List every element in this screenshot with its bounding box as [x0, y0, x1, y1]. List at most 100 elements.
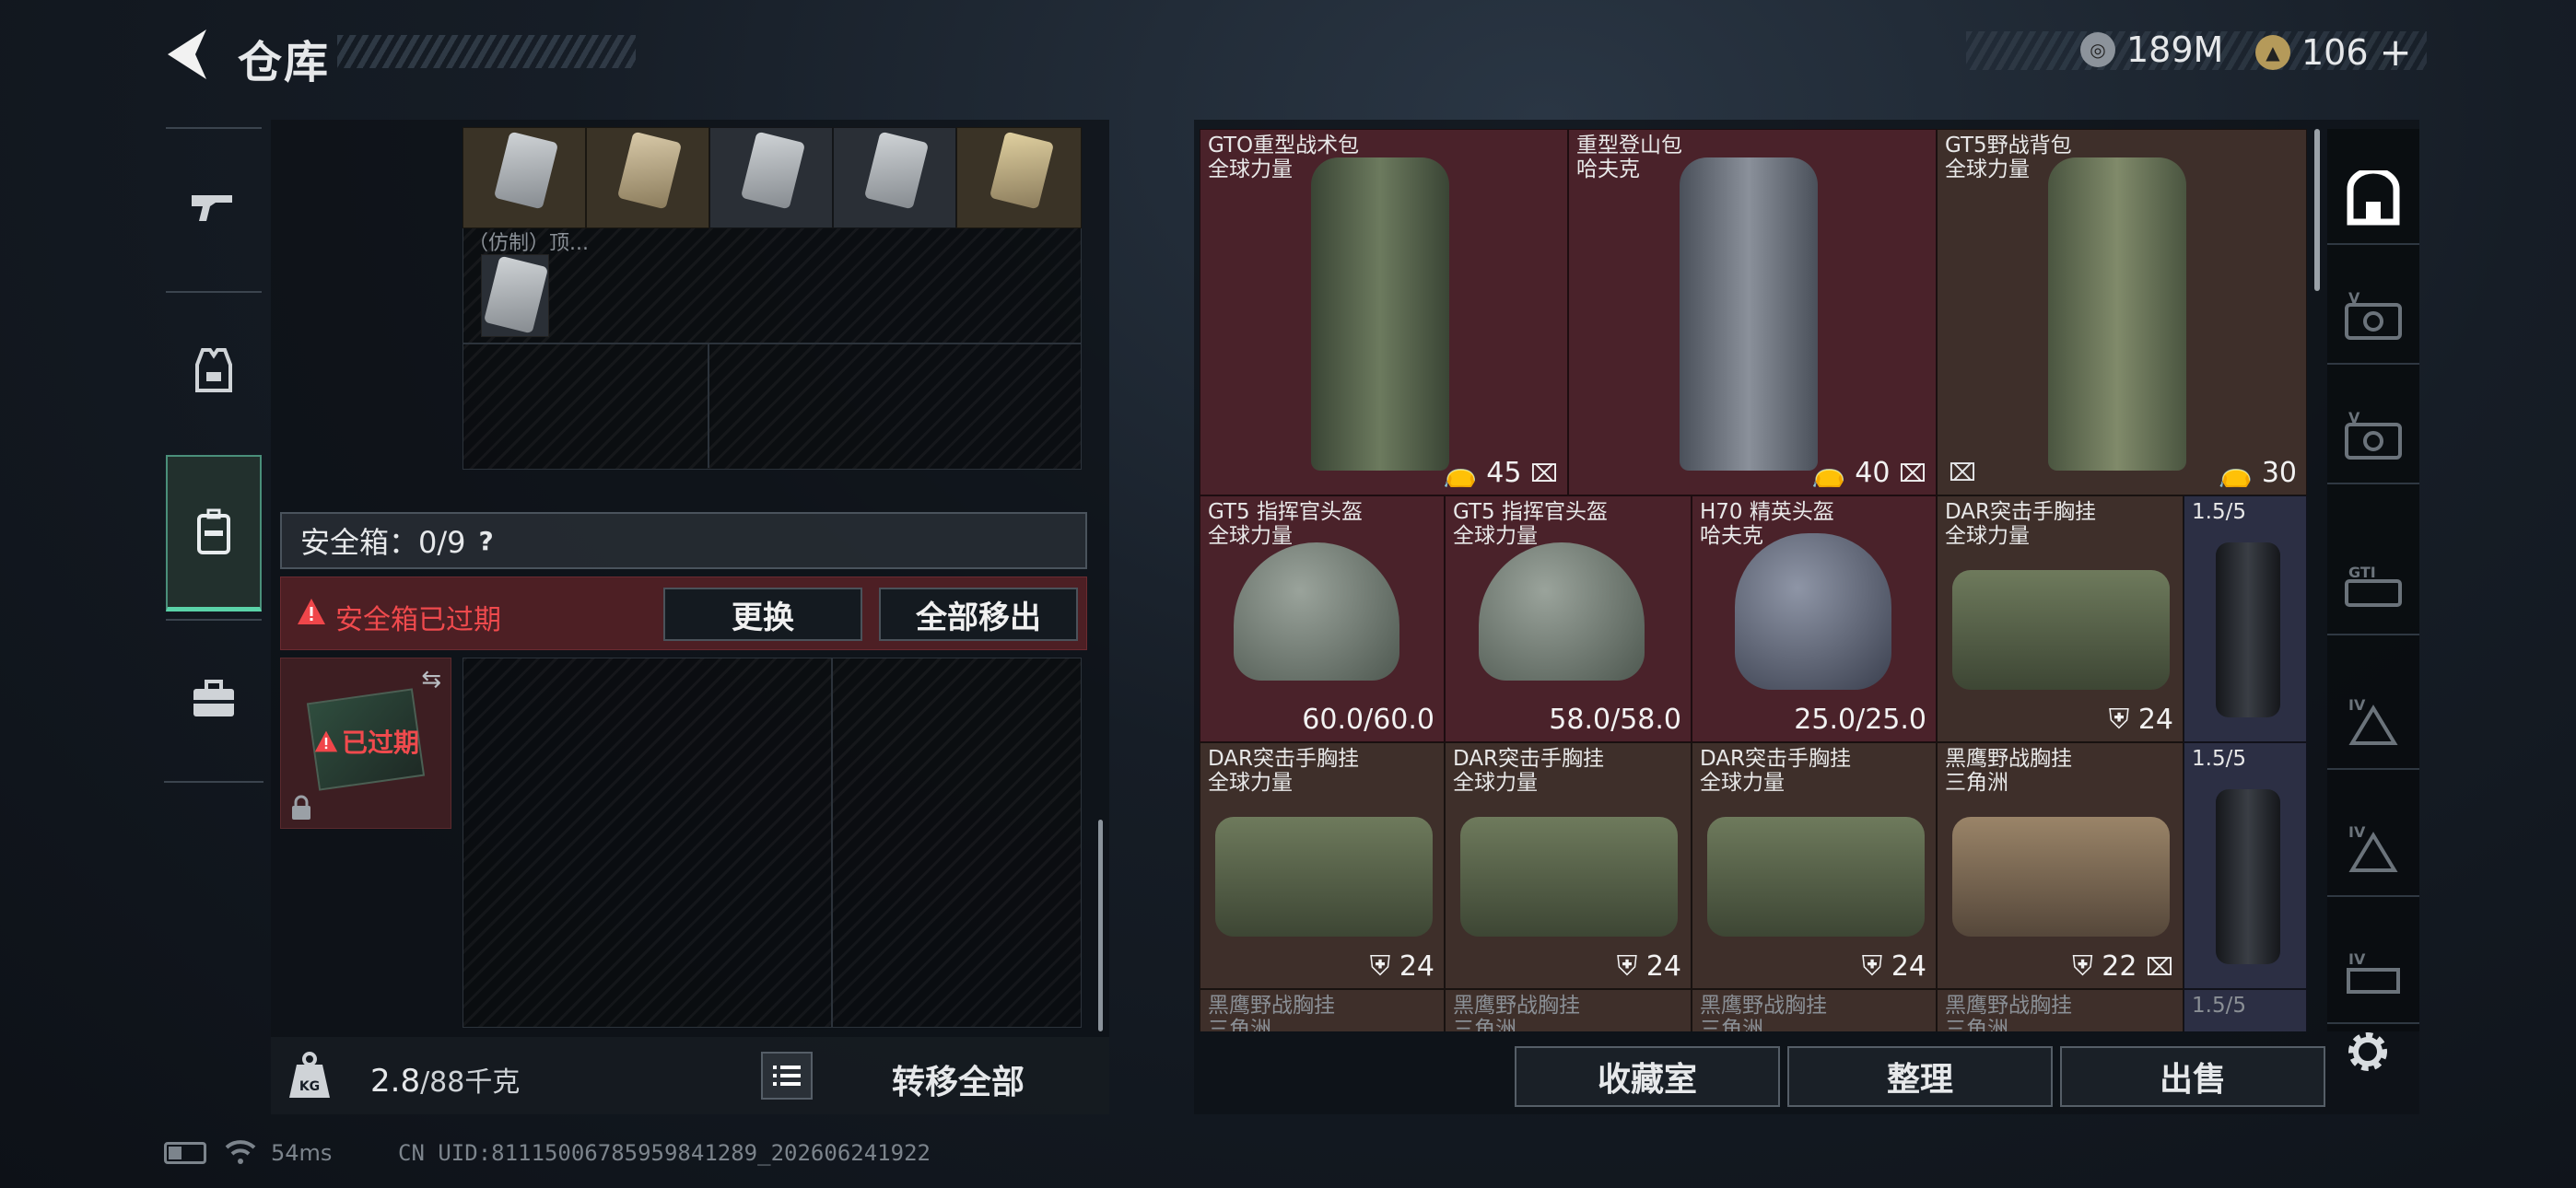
swap-icon[interactable]: ⇆ [421, 666, 441, 693]
stash-item[interactable]: 黑鹰野战胸挂 三角洲 [1445, 989, 1692, 1031]
card-item[interactable] [493, 131, 559, 210]
kg-icon: KG [287, 1052, 332, 1100]
vest-icon [195, 348, 232, 392]
weight-readout: 2.8/88千克 [370, 1059, 520, 1100]
stash-item[interactable]: GTO重型战术包 全球力量 👝 45 ⌧ [1200, 129, 1568, 495]
expired-warning-text: 安全箱已过期 [335, 604, 501, 636]
card-item[interactable] [740, 131, 806, 210]
stash-item[interactable]: DAR突击手胸挂 全球力量 ⛨ 24 [1200, 742, 1445, 989]
backpack-icon [197, 508, 230, 554]
tab-gear[interactable] [166, 291, 262, 448]
stash-item[interactable]: GT5野战背包 全球力量 👝 30 ⌧ [1937, 129, 2307, 495]
ping-readout: 54ms [271, 1140, 333, 1166]
add-currency-icon[interactable]: + [2380, 29, 2412, 75]
backpack-item-image [1311, 157, 1449, 471]
organize-button[interactable]: 整理 [1787, 1046, 2053, 1107]
stash-item[interactable]: 1.5/5 [2184, 742, 2307, 989]
help-icon[interactable]: ? [479, 526, 494, 556]
back-button[interactable] [162, 26, 212, 83]
stash-item[interactable]: 1.5/5 [2184, 495, 2307, 742]
safebox-slot[interactable]: ⇆ 已过期 [280, 658, 451, 829]
tier-iv-icon: IV [2347, 950, 2400, 994]
move-all-out-button[interactable]: 全部移出 [879, 588, 1078, 641]
left-scrollbar[interactable] [1098, 820, 1103, 1031]
stash-item[interactable]: DAR突击手胸挂 全球力量 ⛨ 24 [1445, 742, 1692, 989]
filter-iv-2[interactable]: IV [2327, 805, 2419, 897]
tab-case[interactable] [166, 619, 262, 775]
chest-rig-item-image [1952, 570, 2170, 690]
svg-text:IV: IV [2348, 696, 2366, 714]
stash-item[interactable]: DAR突击手胸挂 全球力量 ⛨ 24 [1692, 742, 1937, 989]
filter-v-2[interactable]: V [2327, 392, 2419, 484]
upper-grid-items [463, 129, 1082, 221]
armor-tier-v-icon: V [2345, 290, 2402, 340]
gold-currency[interactable]: ▲ 106 + [2255, 29, 2412, 75]
card-item[interactable] [616, 131, 683, 210]
silver-amount: 189M [2126, 29, 2224, 70]
filter-gti[interactable]: GTI [2327, 543, 2419, 635]
card-item[interactable] [989, 131, 1055, 210]
card-item[interactable] [863, 131, 930, 210]
helmet-item-image [1735, 533, 1891, 690]
scope-item-image [2216, 542, 2280, 717]
list-view-button[interactable] [761, 1052, 813, 1100]
chest-rig-item-image [1952, 817, 2170, 937]
chest-rig-item-image [1460, 817, 1678, 937]
filter-all[interactable] [2327, 153, 2419, 245]
tier-iv-icon: IV [2348, 823, 2398, 872]
grid-divider [831, 658, 833, 1028]
svg-text:KG: KG [299, 1079, 320, 1094]
collection-room-button[interactable]: 收藏室 [1515, 1046, 1780, 1107]
silver-currency[interactable]: ◎ 189M [2080, 29, 2223, 70]
lower-grid [463, 658, 1082, 1028]
transfer-all-button[interactable]: 转移全部 [848, 1055, 1069, 1101]
sell-button[interactable]: 出售 [2060, 1046, 2325, 1107]
svg-text:GTI: GTI [2348, 564, 2376, 581]
stash-item[interactable]: GT5 指挥官头盔 全球力量 60.0/60.0 [1200, 495, 1445, 742]
capacity-icon: 👝 [2218, 457, 2254, 489]
insured-icon: ⌧ [1530, 460, 1558, 488]
back-arrow-icon [168, 29, 206, 79]
gold-coin-icon: ▲ [2255, 34, 2290, 70]
scope-item-image [2216, 789, 2280, 964]
tier-iv-icon: IV [2348, 696, 2398, 745]
card-item-second-row[interactable] [481, 254, 549, 337]
uid-readout: CN UID:81115006785959841289_202606241922 [398, 1140, 931, 1166]
stash-item[interactable]: DAR突击手胸挂 全球力量 ⛨ 24 [1937, 495, 2184, 742]
chest-rig-item-image [1707, 817, 1925, 937]
svg-text:IV: IV [2348, 823, 2366, 841]
stash-item[interactable]: 黑鹰野战胸挂 三角洲 [1200, 989, 1445, 1031]
wifi-icon [225, 1138, 256, 1166]
gti-icon: GTI [2345, 564, 2402, 607]
backpack-item-image [2048, 157, 2186, 471]
stash-scrollbar[interactable] [2314, 129, 2320, 291]
safebox-label: 安全箱：0/9 [300, 525, 466, 560]
stash-item[interactable]: 重型登山包 哈夫克 👝 40 ⌧ [1568, 129, 1937, 495]
armor-icon: ⛨ [1861, 950, 1883, 983]
svg-text:V: V [2348, 410, 2360, 426]
insured-icon: ⌧ [1899, 460, 1926, 488]
settings-button[interactable] [2340, 1024, 2395, 1079]
stash-item[interactable]: 黑鹰野战胸挂 三角洲 [1692, 989, 1937, 1031]
tab-weapons[interactable] [166, 127, 262, 284]
filter-v-1[interactable]: V [2327, 273, 2419, 365]
chest-rig-item-image [1215, 817, 1433, 937]
stash-item[interactable]: 1.5/5 [2184, 989, 2307, 1031]
weight-current: 2.8 [370, 1063, 421, 1100]
briefcase-icon [193, 680, 234, 716]
insured-icon: ⌧ [2146, 954, 2173, 982]
stash-item[interactable]: H70 精英头盔 哈夫克 25.0/25.0 [1692, 495, 1937, 742]
silver-coin-icon: ◎ [2080, 32, 2115, 67]
grid-item-label: （仿制）顶... [468, 232, 589, 255]
stash-item[interactable]: 黑鹰野战胸挂 三角洲 [1937, 989, 2184, 1031]
page-title: 仓库 [238, 37, 331, 88]
armor-icon: ⛨ [1369, 950, 1391, 983]
svg-text:IV: IV [2348, 950, 2366, 968]
tab-backpack[interactable] [166, 455, 262, 611]
capacity-icon: 👝 [1443, 457, 1478, 489]
filter-iv-1[interactable]: IV [2327, 678, 2419, 770]
filter-iv-3[interactable]: IV [2327, 932, 2419, 1024]
stash-item[interactable]: GT5 指挥官头盔 全球力量 58.0/58.0 [1445, 495, 1692, 742]
replace-button[interactable]: 更换 [663, 588, 862, 641]
stash-item[interactable]: 黑鹰野战胸挂 三角洲 ⛨ 22 ⌧ [1937, 742, 2184, 989]
